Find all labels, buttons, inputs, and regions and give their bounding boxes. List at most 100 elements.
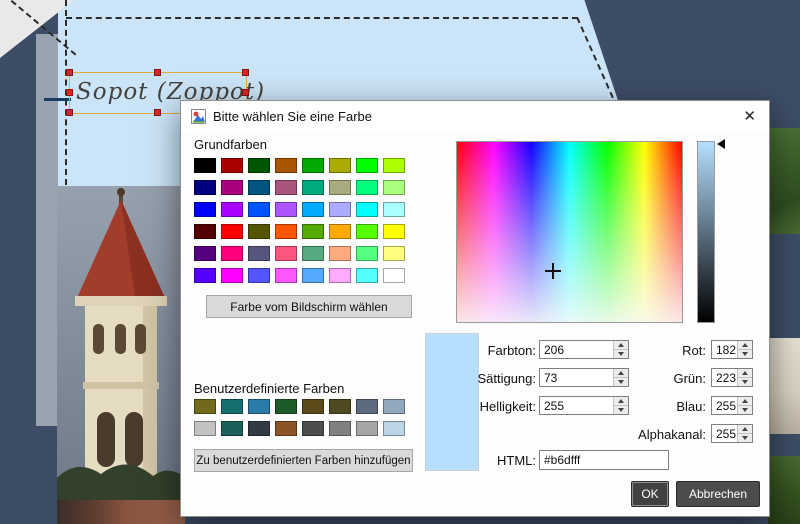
spin-up-button[interactable] bbox=[738, 425, 752, 433]
color-swatch[interactable] bbox=[194, 202, 216, 217]
color-swatch[interactable] bbox=[356, 268, 378, 283]
color-swatch[interactable] bbox=[383, 224, 405, 239]
color-swatch[interactable] bbox=[383, 399, 405, 414]
color-swatch[interactable] bbox=[275, 202, 297, 217]
color-swatch[interactable] bbox=[329, 399, 351, 414]
dialog-title: Bitte wählen Sie eine Farbe bbox=[213, 109, 733, 124]
color-swatch[interactable] bbox=[383, 421, 405, 436]
luminance-slider[interactable] bbox=[697, 141, 715, 323]
color-swatch[interactable] bbox=[221, 399, 243, 414]
color-swatch[interactable] bbox=[383, 246, 405, 261]
spin-down-button[interactable] bbox=[738, 377, 752, 386]
selection-handle[interactable] bbox=[154, 69, 161, 76]
color-swatch[interactable] bbox=[329, 180, 351, 195]
color-swatch[interactable] bbox=[302, 202, 324, 217]
color-swatch[interactable] bbox=[383, 268, 405, 283]
color-swatch[interactable] bbox=[356, 399, 378, 414]
selection-handle[interactable] bbox=[154, 109, 161, 116]
color-swatch[interactable] bbox=[248, 268, 270, 283]
html-color-input[interactable] bbox=[539, 450, 669, 470]
color-swatch[interactable] bbox=[275, 246, 297, 261]
color-swatch[interactable] bbox=[356, 158, 378, 173]
saturation-label: Sättigung: bbox=[471, 371, 536, 386]
color-swatch[interactable] bbox=[194, 180, 216, 195]
hue-input[interactable] bbox=[540, 341, 613, 358]
value-input[interactable] bbox=[540, 397, 613, 414]
saturation-input[interactable] bbox=[540, 369, 613, 386]
selection-handle[interactable] bbox=[242, 69, 249, 76]
color-swatch[interactable] bbox=[383, 180, 405, 195]
green-input[interactable] bbox=[712, 369, 737, 386]
selection-handle[interactable] bbox=[242, 89, 249, 96]
color-swatch[interactable] bbox=[302, 180, 324, 195]
color-swatch[interactable] bbox=[356, 421, 378, 436]
color-swatch[interactable] bbox=[302, 158, 324, 173]
color-swatch[interactable] bbox=[302, 224, 324, 239]
color-swatch[interactable] bbox=[221, 224, 243, 239]
color-swatch[interactable] bbox=[329, 268, 351, 283]
spin-up-button[interactable] bbox=[738, 397, 752, 405]
color-swatch[interactable] bbox=[248, 158, 270, 173]
blue-input[interactable] bbox=[712, 397, 737, 414]
alpha-input[interactable] bbox=[712, 425, 737, 442]
dialog-titlebar[interactable]: Bitte wählen Sie eine Farbe ✕ bbox=[181, 101, 769, 131]
color-swatch[interactable] bbox=[194, 224, 216, 239]
color-swatch[interactable] bbox=[302, 399, 324, 414]
color-swatch[interactable] bbox=[248, 202, 270, 217]
color-swatch[interactable] bbox=[275, 224, 297, 239]
luminance-arrow[interactable] bbox=[717, 139, 725, 149]
color-swatch[interactable] bbox=[248, 180, 270, 195]
spin-up-button[interactable] bbox=[738, 341, 752, 349]
color-swatch[interactable] bbox=[248, 246, 270, 261]
color-swatch[interactable] bbox=[275, 158, 297, 173]
color-swatch[interactable] bbox=[248, 421, 270, 436]
color-swatch[interactable] bbox=[356, 180, 378, 195]
color-swatch[interactable] bbox=[383, 158, 405, 173]
color-swatch[interactable] bbox=[302, 246, 324, 261]
color-swatch[interactable] bbox=[356, 224, 378, 239]
cancel-button[interactable]: Abbrechen bbox=[676, 481, 760, 507]
selection-handle[interactable] bbox=[66, 89, 73, 96]
spin-up-button[interactable] bbox=[738, 369, 752, 377]
close-icon[interactable]: ✕ bbox=[740, 109, 759, 124]
color-swatch[interactable] bbox=[356, 246, 378, 261]
color-swatch[interactable] bbox=[194, 421, 216, 436]
color-swatch[interactable] bbox=[248, 399, 270, 414]
color-swatch[interactable] bbox=[356, 202, 378, 217]
ok-button[interactable]: OK bbox=[631, 481, 669, 507]
color-dialog: Bitte wählen Sie eine Farbe ✕ Grundfarbe… bbox=[180, 100, 770, 517]
color-swatch[interactable] bbox=[329, 224, 351, 239]
color-swatch[interactable] bbox=[194, 268, 216, 283]
color-swatch[interactable] bbox=[302, 268, 324, 283]
color-swatch[interactable] bbox=[248, 224, 270, 239]
spin-down-button[interactable] bbox=[738, 405, 752, 414]
color-swatch[interactable] bbox=[329, 421, 351, 436]
selection-handle[interactable] bbox=[66, 109, 73, 116]
color-swatch[interactable] bbox=[194, 246, 216, 261]
color-swatch[interactable] bbox=[275, 268, 297, 283]
red-input[interactable] bbox=[712, 341, 737, 358]
color-swatch[interactable] bbox=[194, 399, 216, 414]
color-swatch[interactable] bbox=[329, 202, 351, 217]
color-swatch[interactable] bbox=[194, 158, 216, 173]
hue-saturation-picker[interactable] bbox=[456, 141, 683, 323]
color-swatch[interactable] bbox=[221, 202, 243, 217]
color-swatch[interactable] bbox=[221, 246, 243, 261]
color-swatch[interactable] bbox=[221, 421, 243, 436]
pick-screen-color-button[interactable]: Farbe vom Bildschirm wählen bbox=[206, 295, 412, 318]
color-swatch[interactable] bbox=[221, 158, 243, 173]
add-custom-color-button[interactable]: Zu benutzerdefinierten Farben hinzufügen bbox=[194, 449, 413, 472]
color-swatch[interactable] bbox=[275, 180, 297, 195]
color-swatch[interactable] bbox=[221, 268, 243, 283]
spin-down-button[interactable] bbox=[738, 349, 752, 358]
selection-handle[interactable] bbox=[66, 69, 73, 76]
color-swatch[interactable] bbox=[302, 421, 324, 436]
color-swatch[interactable] bbox=[221, 180, 243, 195]
color-swatch[interactable] bbox=[329, 246, 351, 261]
spin-down-button[interactable] bbox=[738, 433, 752, 442]
color-swatch[interactable] bbox=[329, 158, 351, 173]
color-swatch[interactable] bbox=[275, 399, 297, 414]
tower-photo[interactable] bbox=[57, 186, 185, 501]
color-swatch[interactable] bbox=[383, 202, 405, 217]
color-swatch[interactable] bbox=[275, 421, 297, 436]
